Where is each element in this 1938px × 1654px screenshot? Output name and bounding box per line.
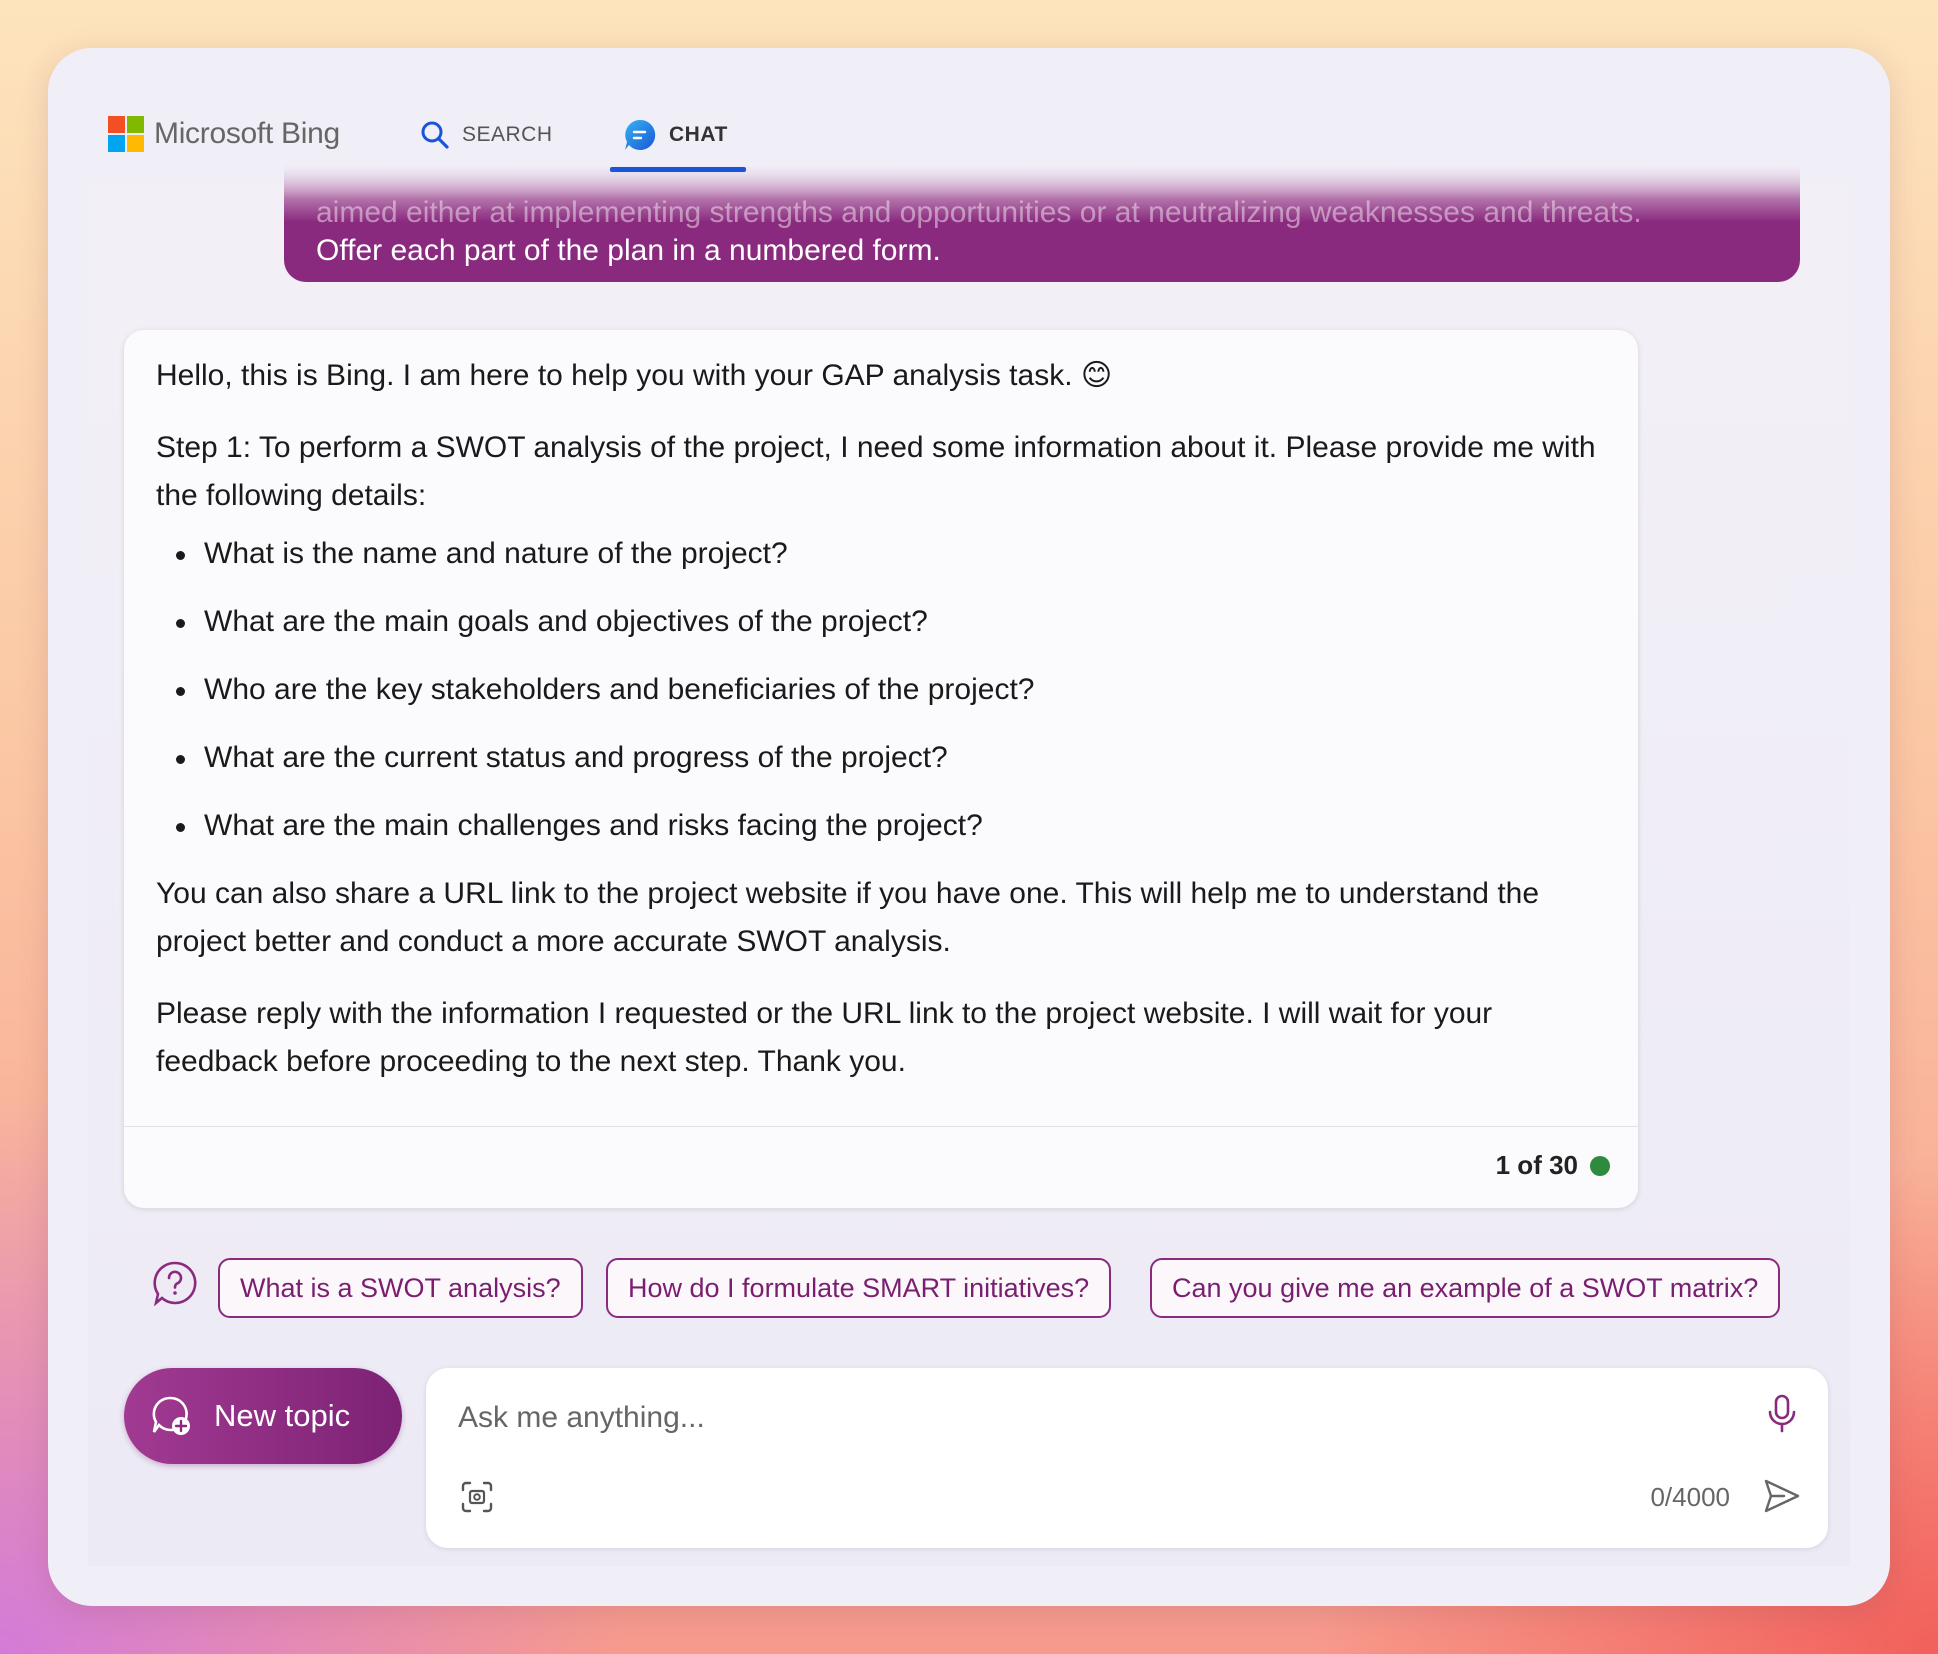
suggestion-chip[interactable]: Can you give me an example of a SWOT mat… [1150,1258,1781,1318]
turn-counter: 1 of 30 [1496,1150,1610,1181]
suggestion-chip[interactable]: How do I formulate SMART initiatives? [606,1258,1112,1318]
new-chat-icon [150,1394,194,1438]
tab-chat-label: CHAT [669,123,728,146]
chat-input[interactable] [458,1396,1708,1440]
char-counter: 0/4000 [1650,1482,1730,1512]
bot-greeting: Hello, this is Bing. I am here to help y… [156,359,1113,392]
user-message-text: Offer each part of the plan in a numbere… [316,234,941,267]
bot-message-card: Hello, this is Bing. I am here to help y… [124,330,1638,1208]
microphone-icon[interactable] [1766,1394,1798,1439]
bing-logo[interactable]: Microsoft Bing [108,116,340,152]
question-help-icon[interactable] [152,1260,198,1311]
suggestion-chip[interactable]: What is a SWOT analysis? [218,1258,583,1318]
list-item: Who are the key stakeholders and benefic… [176,666,1606,714]
tab-search-label: SEARCH [462,123,553,146]
header: Microsoft Bing SEARCH CHAT [48,48,1890,198]
turn-counter-text: 1 of 30 [1495,1150,1578,1180]
list-item: What are the main challenges and risks f… [176,802,1606,850]
bing-chat-window: aimed either at implementing strengths a… [48,48,1890,1606]
tab-chat[interactable]: CHAT [623,110,728,160]
brand-name: Microsoft Bing [154,117,340,150]
bot-url-note: You can also share a URL link to the pro… [156,877,1540,958]
active-tab-indicator [610,167,746,172]
new-topic-label: New topic [214,1398,351,1433]
bot-step1: Step 1: To perform a SWOT analysis of th… [156,431,1596,512]
tab-search[interactable]: SEARCH [420,110,553,160]
card-divider [124,1126,1638,1127]
status-dot-icon [1590,1155,1610,1176]
send-icon[interactable] [1762,1476,1802,1521]
list-item: What are the main goals and objectives o… [176,598,1606,646]
user-message-faded-line: aimed either at implementing strengths a… [316,196,1642,229]
list-item: What are the current status and progress… [176,734,1606,782]
bot-closing: Please reply with the information I requ… [156,997,1493,1078]
microsoft-logo-icon [108,116,144,152]
chat-icon [623,118,657,152]
list-item: What is the name and nature of the proje… [176,530,1606,578]
question-list: What is the name and nature of the proje… [176,530,1606,850]
visual-search-icon[interactable] [460,1480,494,1519]
search-icon [420,120,450,150]
bot-message-body: Hello, this is Bing. I am here to help y… [156,352,1606,1110]
new-topic-button[interactable]: New topic [124,1368,402,1464]
chat-composer: 0/4000 [426,1368,1828,1548]
